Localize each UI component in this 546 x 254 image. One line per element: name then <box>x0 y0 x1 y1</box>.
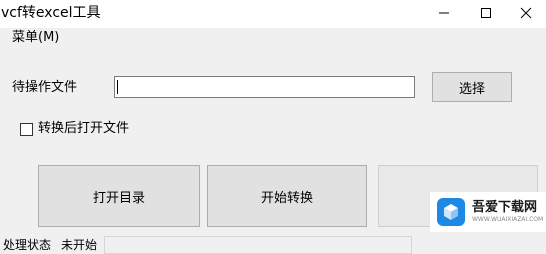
maximize-icon <box>481 8 491 18</box>
status-value: 未开始 <box>61 238 98 252</box>
text-caret <box>117 80 118 94</box>
close-button[interactable] <box>506 0 546 26</box>
cube-logo-icon <box>437 198 465 226</box>
status-progress-field <box>104 236 412 254</box>
minimize-button[interactable] <box>424 0 464 26</box>
status-bar: 处理状态 未开始 <box>0 236 546 254</box>
checkbox-label: 转换后打开文件 <box>38 121 130 136</box>
file-path-input[interactable] <box>114 76 415 98</box>
title-bar: vcf转excel工具 <box>0 0 546 28</box>
watermark-title: 吾爱下载网 <box>472 200 538 215</box>
watermark-subtitle: WWW.WUAIXIAZAI.COM <box>472 216 544 223</box>
status-label: 处理状态 <box>3 238 52 252</box>
maximize-button[interactable] <box>466 0 506 26</box>
open-after-convert-checkbox[interactable]: 转换后打开文件 <box>20 120 129 138</box>
open-directory-button[interactable]: 打开目录 <box>38 165 200 227</box>
window-title: vcf转excel工具 <box>1 5 101 21</box>
menu-item-main[interactable]: 菜单(M) <box>12 29 59 47</box>
file-label: 待操作文件 <box>12 80 78 95</box>
minimize-icon <box>439 12 449 14</box>
close-icon <box>520 7 532 19</box>
checkbox-box[interactable] <box>20 122 33 136</box>
menu-bar: 菜单(M) <box>0 28 546 50</box>
watermark-overlay: 吾爱下载网 WWW.WUAIXIAZAI.COM <box>430 192 546 232</box>
select-file-button[interactable]: 选择 <box>432 72 512 102</box>
start-convert-button[interactable]: 开始转换 <box>207 165 367 227</box>
